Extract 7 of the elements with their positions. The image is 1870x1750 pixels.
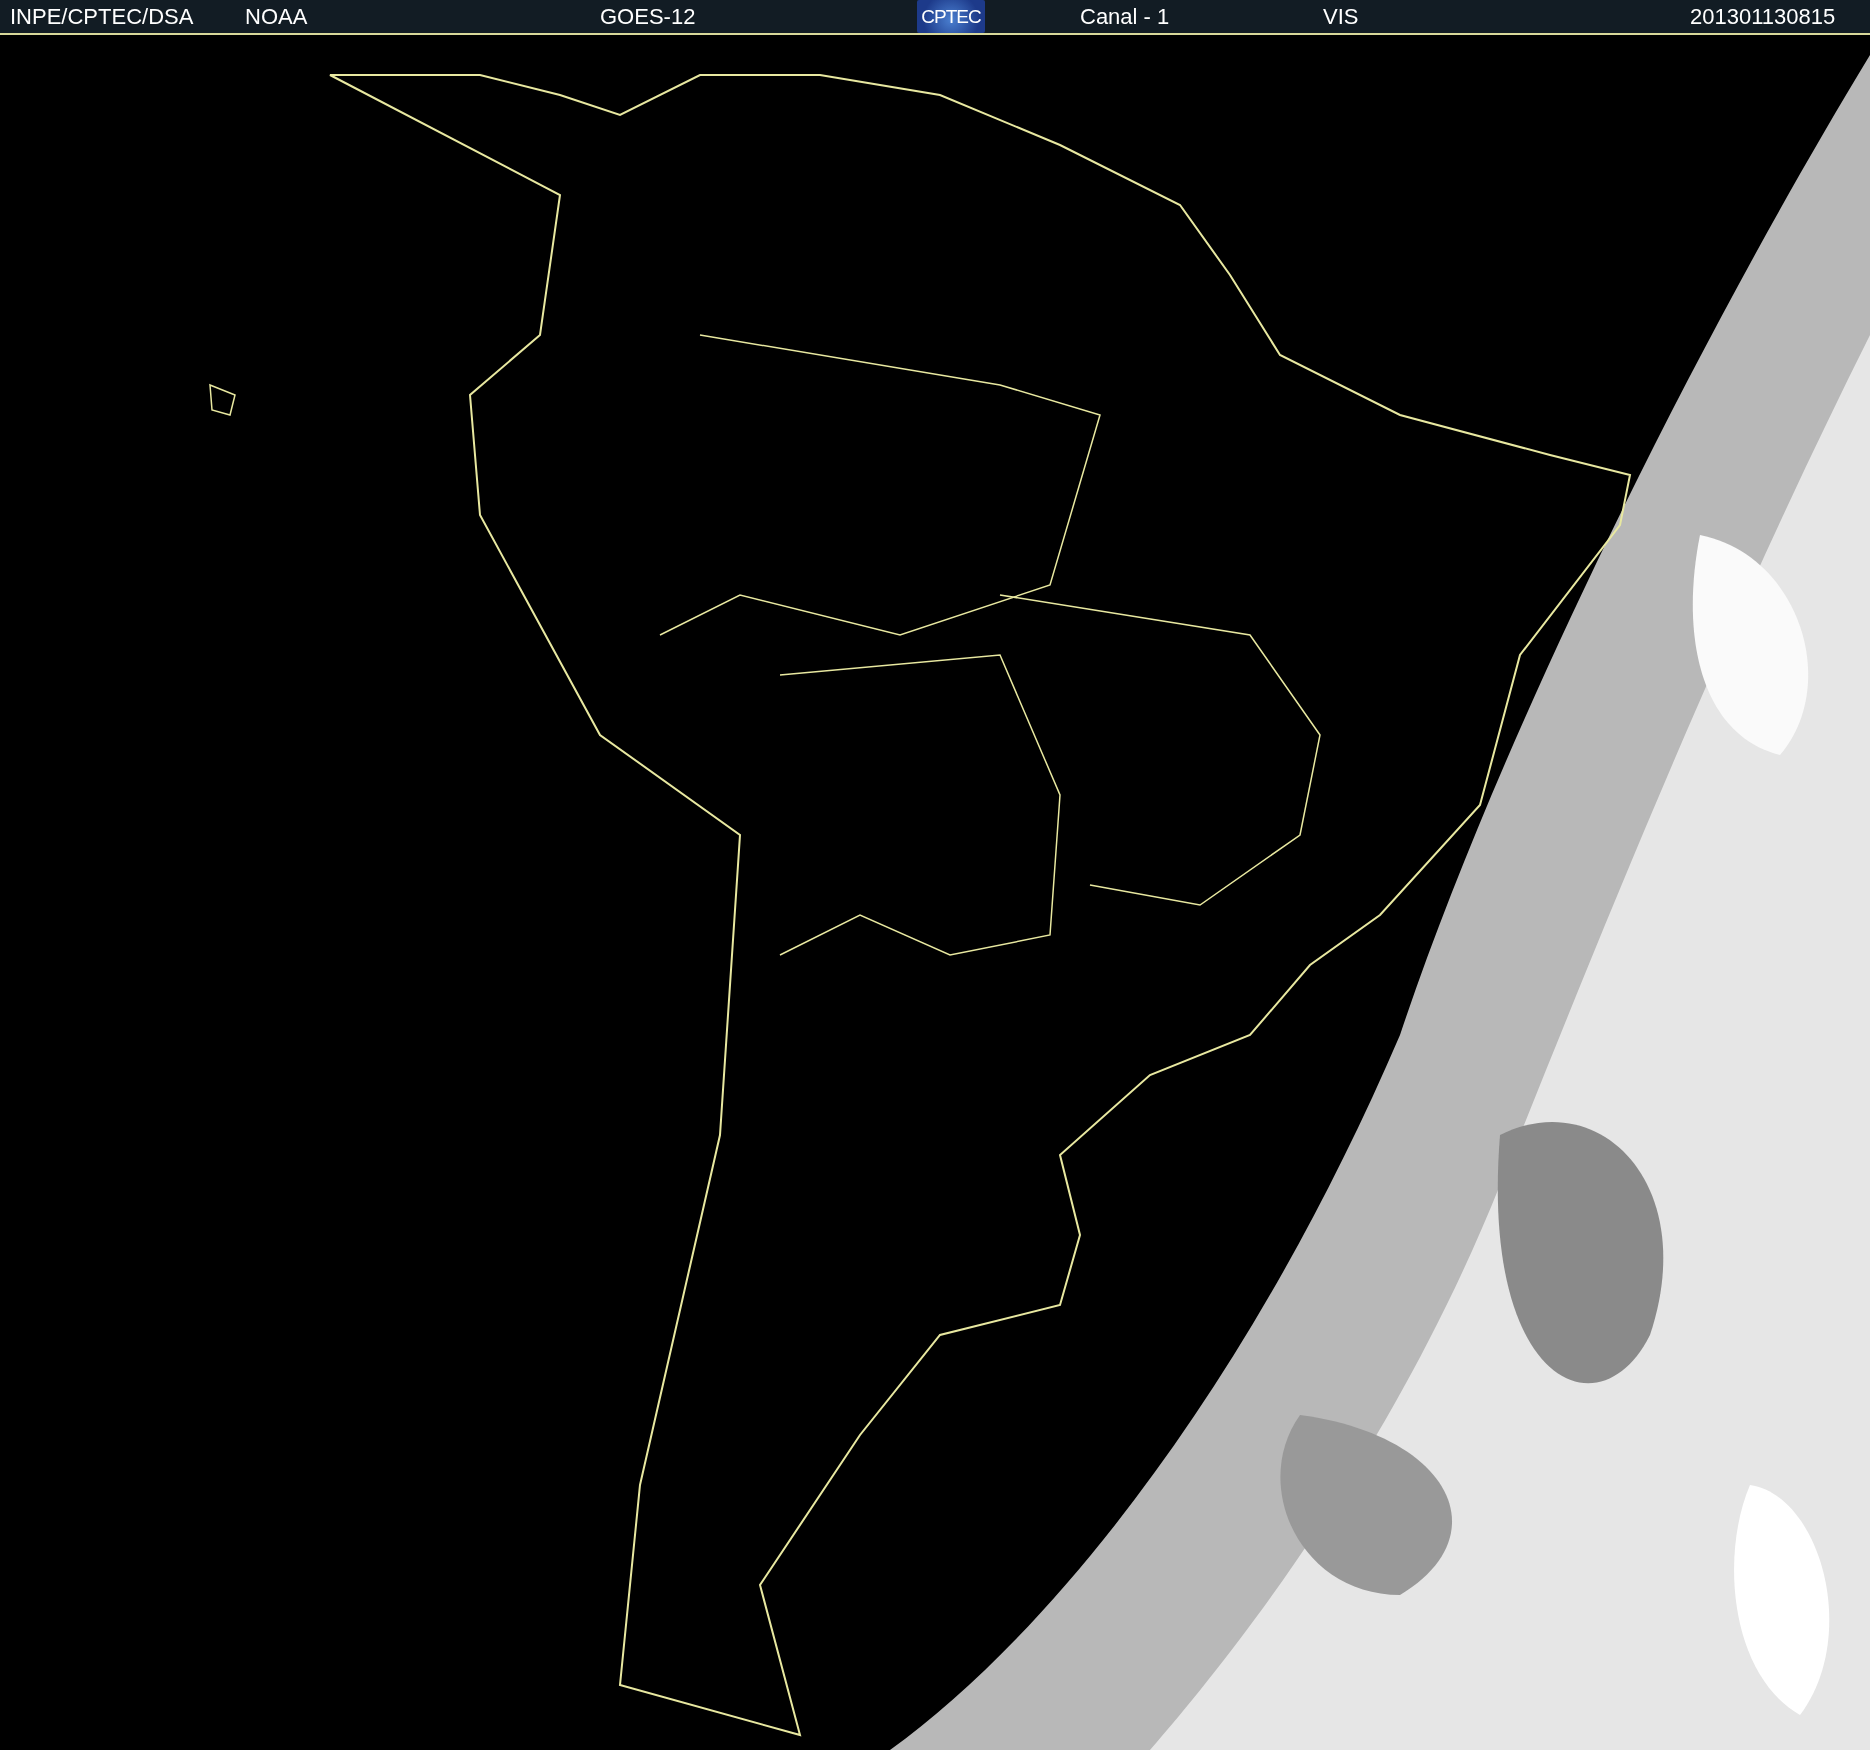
header-label: GOES-12	[600, 5, 697, 28]
header-label: INPE/CPTEC/DSA	[10, 5, 195, 28]
logo: CPTEC	[917, 0, 985, 33]
header-label: NOAA	[245, 5, 309, 28]
header-label: VIS	[1323, 5, 1360, 28]
header-label: 201301130815	[1690, 5, 1837, 28]
header-label: Canal - 1	[1080, 5, 1171, 28]
